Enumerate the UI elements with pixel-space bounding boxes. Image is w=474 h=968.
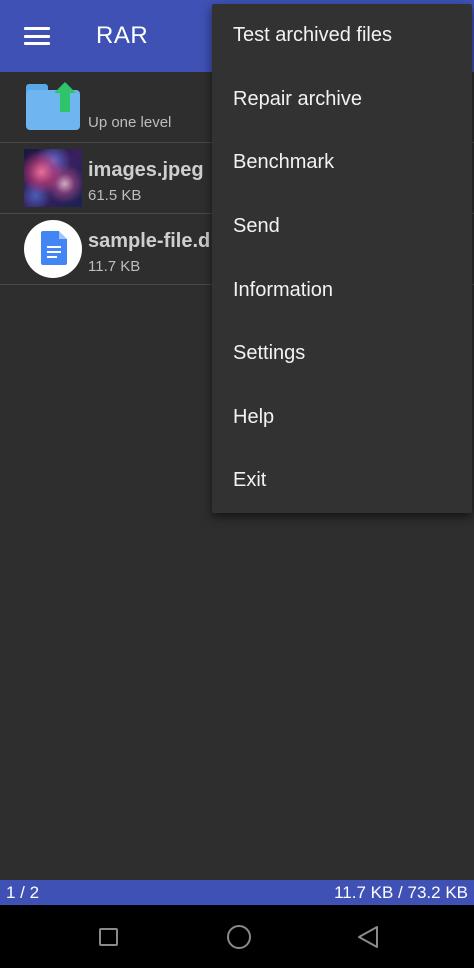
menu-item-help[interactable]: Help — [212, 386, 472, 450]
app-title: RAR — [96, 22, 149, 49]
item-position: 1 / 2 — [6, 882, 40, 902]
home-circle-icon[interactable] — [227, 925, 251, 949]
file-size: 61.5 KB — [88, 187, 142, 204]
file-name: sample-file.d — [88, 230, 211, 252]
file-size: 11.7 KB — [88, 258, 141, 275]
menu-item-benchmark[interactable]: Benchmark — [212, 131, 472, 195]
back-triangle-icon[interactable] — [356, 925, 380, 949]
up-one-level-label: Up one level — [88, 114, 172, 131]
overflow-menu: Test archived files Repair archive Bench… — [212, 4, 472, 513]
menu-item-send[interactable]: Send — [212, 195, 472, 259]
menu-item-settings[interactable]: Settings — [212, 322, 472, 386]
menu-item-repair-archive[interactable]: Repair archive — [212, 68, 472, 132]
menu-item-exit[interactable]: Exit — [212, 449, 472, 513]
folder-up-icon — [26, 82, 80, 130]
file-name: images.jpeg — [88, 159, 204, 181]
system-nav-bar — [0, 905, 474, 968]
recents-square-icon[interactable] — [99, 928, 118, 946]
menu-item-test-archived-files[interactable]: Test archived files — [212, 4, 472, 68]
document-icon — [24, 220, 82, 278]
menu-item-information[interactable]: Information — [212, 258, 472, 322]
size-summary: 11.7 KB / 73.2 KB — [334, 882, 468, 902]
status-bar: 1 / 2 11.7 KB / 73.2 KB — [0, 880, 474, 905]
hamburger-menu-icon[interactable] — [0, 0, 74, 72]
image-thumbnail — [24, 149, 82, 207]
